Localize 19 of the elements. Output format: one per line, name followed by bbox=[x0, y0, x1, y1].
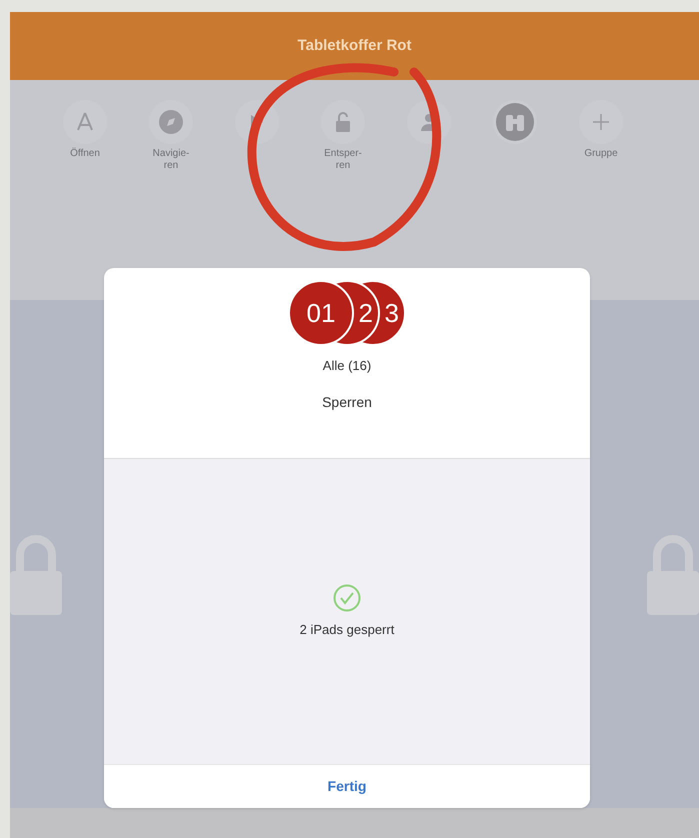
toolbar-label: Gruppe bbox=[583, 148, 619, 160]
checkmark-icon bbox=[333, 584, 361, 612]
toolbar-label: Navigie-ren bbox=[152, 148, 190, 172]
plus-icon bbox=[591, 112, 611, 132]
toolbar-button[interactable] bbox=[149, 100, 193, 144]
number-badge: 01 bbox=[288, 280, 354, 346]
group-label: Alle (16) bbox=[322, 357, 372, 375]
toolbar-label: Entsper-ren bbox=[323, 148, 363, 172]
toolbar-button[interactable] bbox=[63, 100, 107, 144]
status-text: 2 iPads gesperrt bbox=[300, 620, 394, 639]
unlock-icon bbox=[334, 111, 352, 133]
toolbar-button[interactable] bbox=[321, 100, 365, 144]
action-label: Sperren bbox=[322, 392, 372, 412]
window-title: Tabletkoffer Rot bbox=[298, 36, 412, 56]
toolbar-button[interactable] bbox=[493, 100, 537, 144]
toolbar-label: Öffnen bbox=[69, 148, 101, 160]
compass-icon bbox=[158, 109, 184, 135]
toolbar-button[interactable] bbox=[579, 100, 623, 144]
done-button[interactable]: Fertig bbox=[104, 764, 590, 808]
